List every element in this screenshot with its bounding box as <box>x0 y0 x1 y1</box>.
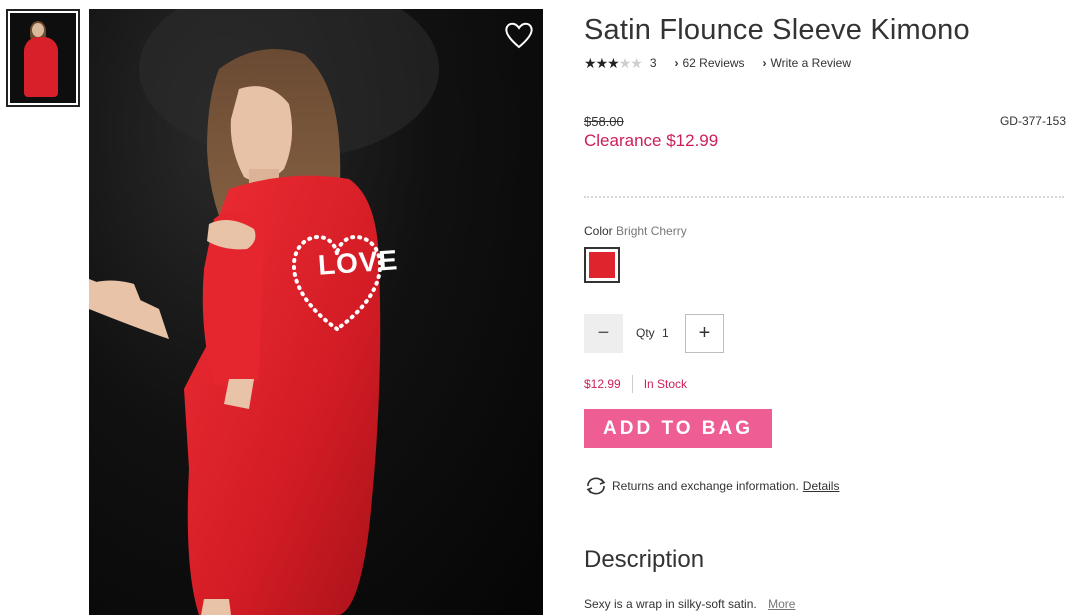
description-heading: Description <box>584 546 705 573</box>
star-filled-icon: ★ <box>607 54 620 71</box>
star-empty-icon: ★ <box>630 54 643 71</box>
back-print-text: LOVE <box>316 244 400 281</box>
product-title: Satin Flounce Sleeve Kimono <box>584 14 970 46</box>
reviews-link-label: 62 Reviews <box>682 56 745 70</box>
description-text-row: Sexy is a wrap in silky-soft satin. More <box>584 597 795 611</box>
returns-info: Returns and exchange information. Detail… <box>584 476 839 496</box>
star-filled-icon: ★ <box>595 54 609 71</box>
qty-value: 1 <box>662 326 669 340</box>
clearance-price: Clearance $12.99 <box>584 131 719 150</box>
qty-display: Qty 1 <box>636 326 669 340</box>
product-sku: GD-377-153 <box>999 114 1066 128</box>
product-thumbnail[interactable] <box>6 9 80 107</box>
add-to-bag-button[interactable]: ADD TO BAG <box>584 409 772 448</box>
chevron-right-icon: › <box>762 56 767 70</box>
color-label: Color Bright Cherry <box>584 224 687 238</box>
exchange-arrows-icon <box>586 477 606 495</box>
separator <box>631 375 633 393</box>
chevron-right-icon: › <box>674 56 679 70</box>
description-text: Sexy is a wrap in silky-soft satin. <box>584 597 757 611</box>
write-review-label: Write a Review <box>770 56 851 70</box>
product-main-image: LOVE <box>89 9 543 615</box>
color-swatch-bright-cherry[interactable] <box>584 247 620 283</box>
divider <box>584 196 1064 198</box>
returns-text: Returns and exchange information. <box>612 479 799 493</box>
swatch-fill <box>589 252 615 278</box>
wishlist-heart-icon[interactable] <box>503 19 535 51</box>
qty-increase-button[interactable]: + <box>685 314 724 353</box>
qty-label: Qty <box>636 326 655 340</box>
model-photo <box>89 9 439 615</box>
write-review-link[interactable]: › Write a Review <box>763 56 851 70</box>
stock-status: In Stock <box>643 377 688 391</box>
rating-row: ★★★★★ 3 › 62 Reviews › Write a Review <box>584 54 851 72</box>
reviews-link[interactable]: › 62 Reviews <box>675 56 745 70</box>
description-more-link[interactable]: More <box>768 597 795 611</box>
color-value: Bright Cherry <box>616 224 687 238</box>
star-empty-icon: ★ <box>618 54 632 71</box>
original-price: $58.00 <box>584 114 624 129</box>
thumbnail-image <box>10 13 76 103</box>
returns-details-link[interactable]: Details <box>803 479 840 493</box>
color-label-text: Color <box>584 224 613 238</box>
price-stock-line: $12.99 In Stock <box>584 375 687 393</box>
rating-stars: ★★★★★ <box>584 54 643 72</box>
qty-decrease-button[interactable]: − <box>584 314 623 353</box>
star-filled-icon: ★ <box>584 54 597 71</box>
rating-count: 3 <box>649 56 657 70</box>
unit-price: $12.99 <box>584 377 621 391</box>
